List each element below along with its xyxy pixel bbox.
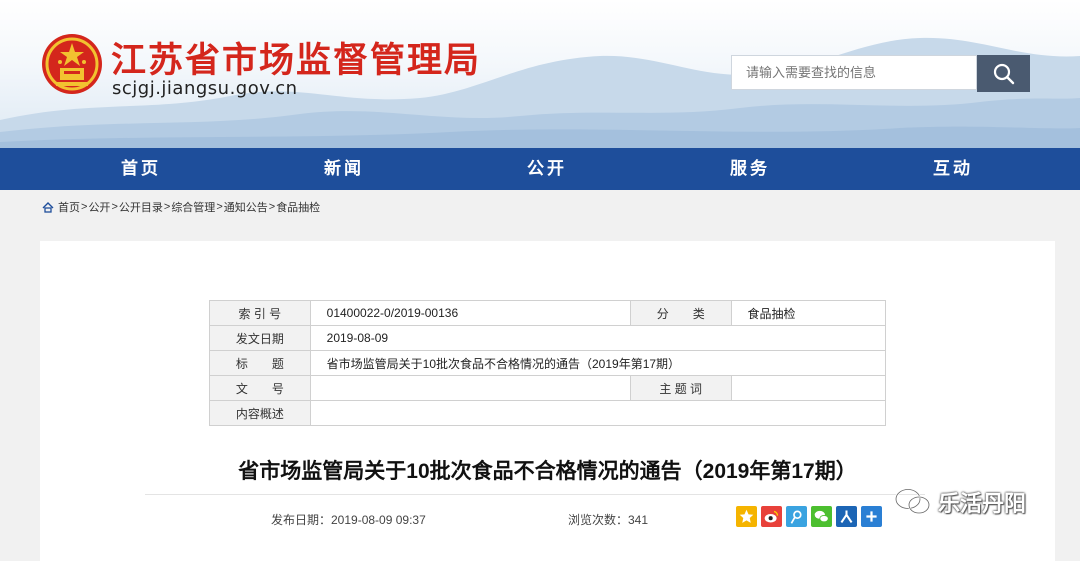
search-input[interactable]: [731, 55, 977, 90]
table-row: 索 引 号 01400022-0/2019-00136 分 类 食品抽检: [209, 300, 887, 326]
keywords-value: [730, 375, 887, 401]
breadcrumb-home[interactable]: 首页: [58, 199, 80, 215]
main-nav: 首页 新闻 公开 服务 互动: [0, 148, 1080, 190]
summary-value: [309, 400, 887, 426]
more-share-icon[interactable]: [861, 506, 882, 527]
docno-value: [309, 375, 631, 401]
publish-date: 发布日期：2019-08-09 09:37: [271, 513, 426, 527]
nav-news[interactable]: 新闻: [284, 148, 404, 190]
tencent-weibo-icon[interactable]: [786, 506, 807, 527]
table-row: 文 号 主 题 词: [209, 375, 887, 401]
title-label: 标 题: [209, 350, 311, 376]
table-row: 发文日期 2019-08-09: [209, 325, 887, 351]
divider: [145, 494, 925, 495]
nav-public[interactable]: 公开: [487, 148, 607, 190]
site-domain: scjgj.jiangsu.gov.cn: [112, 78, 298, 99]
breadcrumb-food-inspection[interactable]: 食品抽检: [276, 199, 320, 215]
site-title: 江苏省市场监督管理局: [111, 40, 482, 81]
breadcrumb-public[interactable]: 公开: [88, 199, 110, 215]
wechat-icon[interactable]: [811, 506, 832, 527]
breadcrumb-separator: >: [163, 201, 171, 213]
watermark-text: 乐活丹阳: [938, 491, 1027, 516]
wechat-watermark: 乐活丹阳: [894, 486, 1026, 518]
docno-label: 文 号: [209, 375, 311, 401]
breadcrumb-public-directory[interactable]: 公开目录: [119, 199, 163, 215]
renren-icon[interactable]: [836, 506, 857, 527]
table-row: 内容概述: [209, 400, 887, 426]
wechat-logo-icon: [894, 488, 931, 515]
article-title: 省市场监管局关于10批次食品不合格情况的通告（2019年第17期）: [238, 460, 857, 483]
nav-interaction[interactable]: 互动: [893, 148, 1013, 190]
date-value: 2019-08-09: [309, 325, 887, 351]
breadcrumb-separator: >: [268, 201, 276, 213]
qzone-icon[interactable]: [736, 506, 757, 527]
home-icon: [42, 201, 54, 213]
national-emblem-icon: [42, 34, 102, 94]
breadcrumb-separator: >: [216, 201, 223, 213]
index-label: 索 引 号: [209, 300, 311, 326]
category-value: 食品抽检: [730, 300, 887, 326]
table-row: 标 题 省市场监管局关于10批次食品不合格情况的通告（2019年第17期）: [209, 350, 887, 376]
search-button[interactable]: [977, 55, 1030, 92]
share-bar: [736, 506, 882, 527]
index-value: 01400022-0/2019-00136: [309, 300, 631, 326]
nav-home[interactable]: 首页: [81, 148, 201, 190]
summary-label: 内容概述: [209, 400, 311, 426]
search-icon: [993, 63, 1014, 84]
breadcrumb: 首页 > 公开 > 公开目录 > 综合管理 > 通知公告 > 食品抽检: [42, 199, 320, 215]
weibo-icon[interactable]: [761, 506, 782, 527]
date-label: 发文日期: [209, 325, 311, 351]
category-label: 分 类: [629, 300, 732, 326]
view-count: 浏览次数：341: [568, 513, 649, 527]
breadcrumb-separator: >: [81, 201, 88, 213]
breadcrumb-notices[interactable]: 通知公告: [224, 199, 268, 215]
document-info-table: 索 引 号 01400022-0/2019-00136 分 类 食品抽检 发文日…: [209, 300, 887, 426]
nav-service[interactable]: 服务: [690, 148, 810, 190]
site-header: 江苏省市场监督管理局 scjgj.jiangsu.gov.cn: [0, 0, 1080, 148]
keywords-label: 主 题 词: [629, 375, 732, 401]
title-value: 省市场监管局关于10批次食品不合格情况的通告（2019年第17期）: [309, 350, 887, 376]
breadcrumb-separator: >: [111, 201, 118, 213]
breadcrumb-general-management[interactable]: 综合管理: [171, 199, 215, 215]
